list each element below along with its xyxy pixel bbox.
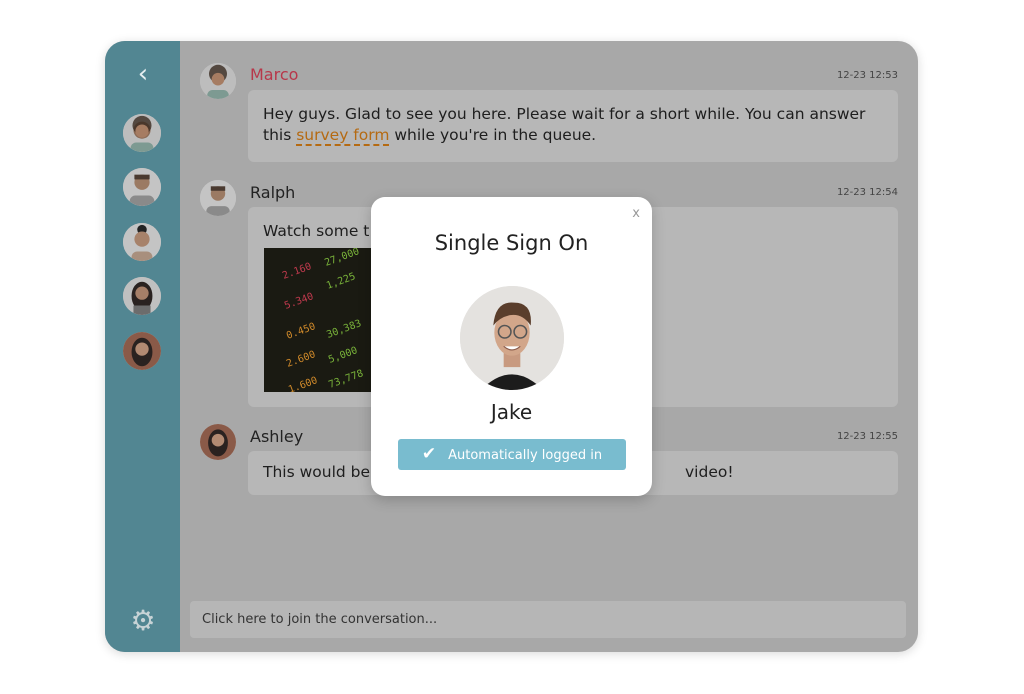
message-text: Watch some t xyxy=(263,222,370,240)
stock-value: 1.600 xyxy=(287,375,320,392)
message-text: while you're in the queue. xyxy=(389,126,597,144)
message-bubble: Hey guys. Glad to see you here. Please w… xyxy=(248,90,898,162)
avatar-ashley xyxy=(200,424,236,460)
message-input[interactable]: Click here to join the conversation... xyxy=(190,601,906,638)
check-icon: ✔ xyxy=(421,444,437,464)
avatar-ralph xyxy=(200,180,236,216)
message-time: 12-23 12:55 xyxy=(836,431,898,442)
stock-value: 2.160 xyxy=(281,261,314,282)
message-author: Ralph xyxy=(250,183,296,202)
sidebar-contact-ashley[interactable] xyxy=(123,277,161,315)
sidebar-contact-marco[interactable] xyxy=(123,114,161,152)
close-icon[interactable]: x xyxy=(632,206,640,221)
stock-value: 27,000 xyxy=(323,248,361,269)
stock-value: 2.600 xyxy=(285,349,318,370)
avatar-marco xyxy=(200,63,236,99)
stock-value: 5.340 xyxy=(283,291,316,312)
chevron-left-icon[interactable]: ‹ xyxy=(131,61,155,87)
status-label: Automatically logged in xyxy=(448,448,603,463)
stock-value: 0.450 xyxy=(285,321,318,342)
stock-value: 30,383 xyxy=(325,318,363,341)
sidebar-contact-3[interactable] xyxy=(123,223,161,261)
message-text: video! xyxy=(685,463,734,481)
user-name: Jake xyxy=(490,400,533,424)
stock-value: 1,225 xyxy=(325,271,358,292)
modal-title: Single Sign On xyxy=(434,231,589,255)
avatar-jake xyxy=(460,286,564,390)
message-author: Marco xyxy=(250,65,299,84)
message-time: 12-23 12:53 xyxy=(836,70,898,81)
sidebar: ‹ ⚙ xyxy=(105,41,180,652)
message-time: 12-23 12:54 xyxy=(836,187,898,198)
message-text: This would be xyxy=(263,463,371,481)
stock-value: 73,778 xyxy=(327,368,365,391)
message-author: Ashley xyxy=(250,427,304,446)
survey-form-link[interactable]: survey form xyxy=(296,126,390,146)
sidebar-contact-5[interactable] xyxy=(123,332,161,370)
sidebar-contact-ralph[interactable] xyxy=(123,168,161,206)
logged-in-status-button[interactable]: ✔ Automatically logged in xyxy=(398,439,626,470)
sso-modal: x Single Sign On Jake ✔ Automatically log… xyxy=(371,197,652,496)
gear-icon[interactable]: ⚙ xyxy=(129,607,157,635)
stock-board-image[interactable]: 2.160 5.340 0.450 2.600 1.600 1,225 30,3… xyxy=(264,248,371,392)
stock-value: 5,000 xyxy=(327,345,360,366)
